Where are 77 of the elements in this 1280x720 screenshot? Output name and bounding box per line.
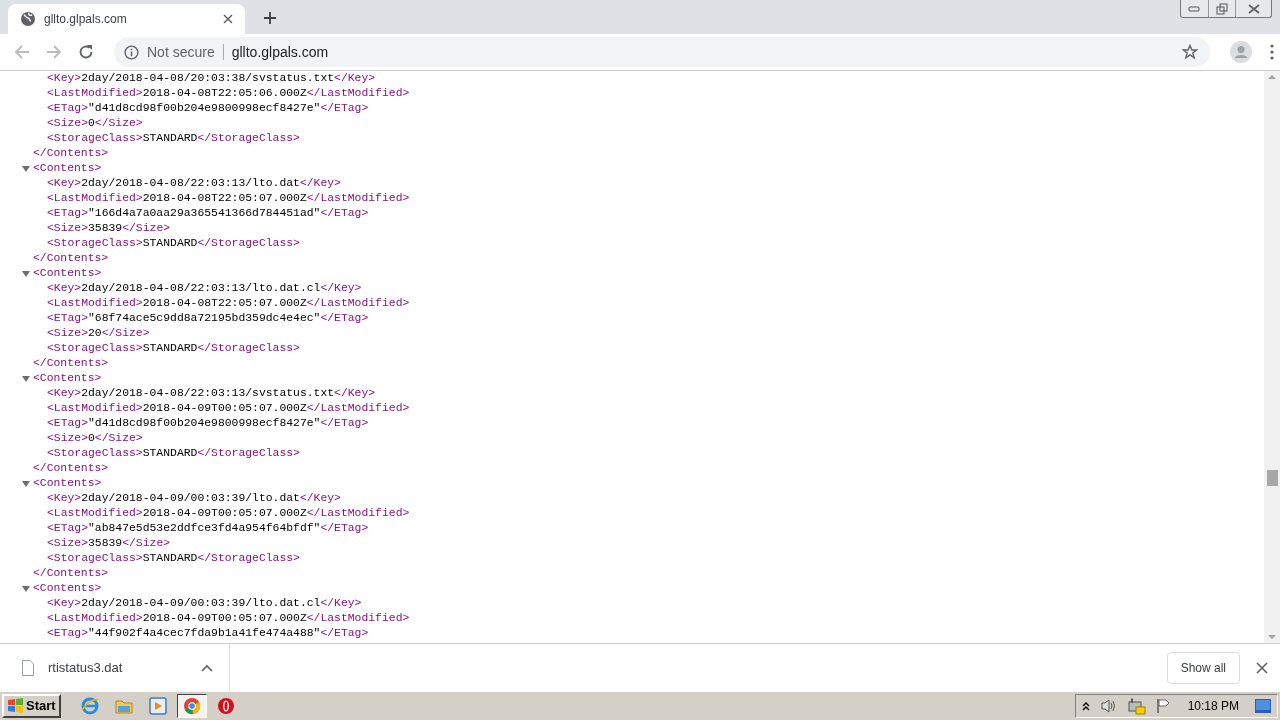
restore-icon (1216, 2, 1228, 15)
xml-line: <Key>2day/2018-04-09/00:03:39/lto.dat</Key> (47, 491, 341, 506)
start-button[interactable]: Start (2, 694, 61, 718)
xml-line: <Size>0</Size> (47, 431, 143, 446)
xml-line: <LastModified>2018-04-09T00:05:07.000Z</LastModified> (47, 611, 410, 626)
close-icon (1247, 3, 1260, 14)
new-tab-icon[interactable] (263, 11, 277, 25)
chevron-up-icon[interactable] (1081, 701, 1090, 711)
xml-line: <ETag>"ab847e5d53e2ddfce3fd4a954f64bfdf"</ETag> (47, 521, 369, 536)
xml-line: <LastModified>2018-04-09T00:05:07.000Z</LastModified> (47, 506, 410, 521)
scrollbar[interactable] (1264, 71, 1280, 643)
xml-line: <StorageClass>STANDARD</StorageClass> (47, 131, 300, 146)
ie-icon (79, 696, 100, 716)
info-icon[interactable] (124, 44, 139, 60)
address-bar[interactable]: Not secure gllto.glpals.com (114, 37, 1210, 67)
xml-line: <Contents> (33, 161, 102, 176)
xml-line: <Key>2day/2018-04-08/20:03:38/svstatus.txt</Key> (47, 71, 376, 86)
xml-line: <StorageClass>STANDARD</StorageClass> (47, 551, 300, 566)
collapse-triangle-icon[interactable] (22, 269, 30, 278)
opera-icon (215, 696, 236, 716)
browser-tab[interactable]: gllto.glpals.com (8, 4, 245, 34)
xml-line: </Contents> (33, 146, 109, 161)
chrome-icon (181, 696, 202, 716)
xml-line: <Key>2day/2018-04-08/22:03:13/svstatus.txt</Key> (47, 386, 376, 401)
security-label[interactable]: Not secure (147, 41, 215, 63)
clock-time[interactable]: 10:18 PM (1187, 697, 1239, 715)
xml-line: <StorageClass>STANDARD</StorageClass> (47, 341, 300, 356)
xml-line: <Size>35839</Size> (47, 221, 171, 236)
close-icon[interactable] (223, 14, 233, 24)
xml-line: <LastModified>2018-04-08T22:05:06.000Z</LastModified> (47, 86, 410, 101)
xml-line: <ETag>"68f74ace5c9dd8a72195bd359dc4e4ec"</ETag> (47, 311, 369, 326)
collapse-triangle-icon[interactable] (22, 164, 30, 173)
xml-line: </Contents> (33, 461, 109, 476)
xml-line: <Contents> (33, 371, 102, 386)
xml-line: <StorageClass>STANDARD</StorageClass> (47, 446, 300, 461)
xml-line: <Contents> (33, 476, 102, 491)
xml-line: </Contents> (33, 251, 109, 266)
caret-up-icon[interactable] (201, 663, 213, 672)
avatar-icon[interactable] (1230, 41, 1252, 63)
file-name: rtistatus3.dat (48, 658, 123, 677)
minimize-icon (1188, 5, 1201, 12)
xml-line: <Key>2day/2018-04-08/22:03:13/lto.dat.cl</Key> (47, 281, 362, 296)
xml-line: <Size>0</Size> (47, 116, 143, 131)
windows-logo-icon (7, 698, 24, 714)
flag-icon[interactable] (1155, 698, 1172, 714)
show-all-button[interactable]: Show all (1166, 651, 1240, 684)
collapse-triangle-icon[interactable] (22, 584, 30, 593)
star-icon[interactable] (1182, 44, 1198, 60)
speaker-icon[interactable] (1099, 698, 1118, 714)
xml-line: <ETag>"166d4a7a0aa29a365541366d784451ad"</ETag> (47, 206, 369, 221)
tab-title: gllto.glpals.com (44, 11, 128, 28)
collapse-triangle-icon[interactable] (22, 479, 30, 488)
xml-line: <Size>35839</Size> (47, 536, 171, 551)
xml-line: <LastModified>2018-04-08T22:05:07.000Z</LastModified> (47, 191, 410, 206)
media-player-icon (147, 696, 168, 716)
taskbar-button[interactable] (176, 694, 207, 718)
xml-line: <ETag>"d41d8cd98f00b204e9800998ecf8427e"</ETag> (47, 101, 369, 116)
file-icon (22, 659, 34, 676)
xml-line: <Contents> (33, 266, 102, 281)
xml-line: </Contents> (33, 566, 109, 581)
scrollbar-thumb[interactable] (1266, 470, 1278, 486)
xml-line: </Contents> (33, 356, 109, 371)
collapse-triangle-icon[interactable] (22, 374, 30, 383)
xml-line: <Contents> (33, 581, 102, 596)
xml-line: <StorageClass>STANDARD</StorageClass> (47, 236, 300, 251)
xml-line: <ETag>"d41d8cd98f00b204e9800998ecf8427e"</ETag> (47, 416, 369, 431)
network-icon[interactable] (1127, 697, 1146, 715)
close-icon[interactable] (1256, 661, 1268, 674)
reload-icon[interactable] (78, 44, 94, 60)
xml-line: <Size>20</Size> (47, 326, 150, 341)
xml-line: <LastModified>2018-04-09T00:05:07.000Z</LastModified> (47, 401, 410, 416)
xml-line: <Key>2day/2018-04-09/00:03:39/lto.dat.cl</Key> (47, 596, 362, 611)
xml-line: <ETag>"44f902f4a4cec7fda9b1a41fe474a488"</ETag> (47, 626, 369, 641)
xml-line: <Key>2day/2018-04-08/22:03:13/lto.dat</Key> (47, 176, 341, 191)
url-text: gllto.glpals.com (231, 42, 329, 62)
menu-icon[interactable] (1270, 44, 1274, 60)
xml-line: <LastModified>2018-04-08T22:05:07.000Z</LastModified> (47, 296, 410, 311)
